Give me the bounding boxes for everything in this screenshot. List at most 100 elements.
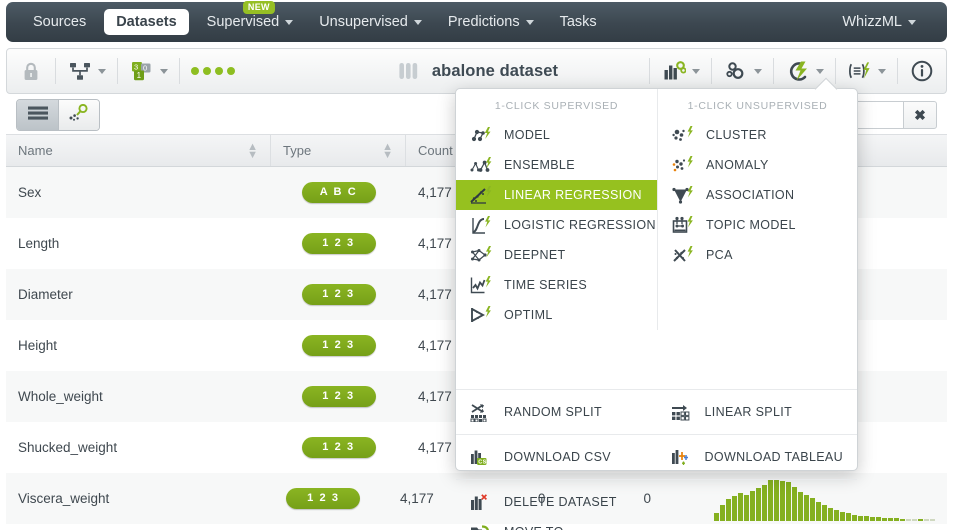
histogram-bar — [876, 516, 881, 521]
menu-item-logistic-regression[interactable]: LOGISTIC REGRESSION — [456, 210, 657, 240]
clear-search-button[interactable]: ✖ — [903, 101, 937, 129]
dataset-counts-button[interactable]: 3 0 1 — [118, 56, 179, 86]
menu-item-delete-dataset[interactable]: DELETE DATASET — [456, 487, 857, 517]
menu-item-download-csv-label: DOWNLOAD CSV — [504, 450, 611, 464]
type-badge: 1 2 3 — [301, 335, 376, 356]
nav-item-sources[interactable]: Sources — [20, 2, 99, 42]
chart-configure-button[interactable] — [650, 56, 711, 86]
scatter-view-button[interactable] — [58, 100, 99, 130]
histogram-bar — [858, 515, 863, 521]
menu-item-cluster[interactable]: CLUSTER — [658, 120, 857, 150]
menu-item-random-split-label: RANDOM SPLIT — [504, 405, 602, 419]
chevron-down-icon — [525, 19, 534, 25]
histogram-bar — [888, 517, 893, 521]
menu-divider — [456, 389, 857, 390]
menu-item-time-series-label: TIME SERIES — [504, 278, 588, 292]
list-view-button[interactable] — [17, 100, 58, 130]
bigml-dataset-page: Sources Datasets NEW Supervised Unsuperv… — [0, 0, 953, 530]
status-dots — [180, 56, 246, 86]
status-dot — [215, 67, 223, 75]
script-lightning-button[interactable] — [836, 56, 897, 86]
menu-divider — [456, 434, 857, 435]
nav-item-unsupervised[interactable]: Unsupervised — [306, 2, 435, 42]
menu-item-delete-dataset-label: DELETE DATASET — [504, 495, 617, 509]
menu-item-linear-split[interactable]: LINEAR SPLIT — [657, 397, 858, 427]
menu-item-deepnet[interactable]: DEEPNET — [456, 240, 657, 270]
svg-text:3: 3 — [134, 62, 138, 71]
linear-split-icon — [669, 401, 695, 423]
nav-item-predictions[interactable]: Predictions — [435, 2, 547, 42]
share-button[interactable] — [56, 56, 117, 86]
column-header-type[interactable]: Type ▲ ▼ — [271, 135, 406, 166]
field-name: Whole_weight — [18, 389, 103, 404]
field-name: Length — [18, 236, 60, 251]
histogram-bar — [930, 518, 935, 521]
chevron-down-icon — [878, 68, 886, 74]
chevron-down-icon — [160, 68, 168, 74]
field-name: Diameter — [18, 287, 73, 302]
nav-item-datasets[interactable]: Datasets — [104, 9, 189, 35]
script-lightning-icon — [847, 60, 873, 82]
nav-item-sources-label: Sources — [33, 14, 87, 30]
menu-item-topic-model-label: TOPIC MODEL — [706, 218, 796, 232]
page-title: abalone dataset — [431, 61, 559, 80]
nav-item-supervised-label: Supervised — [206, 14, 280, 30]
menu-item-association[interactable]: ASSOCIATION — [658, 180, 857, 210]
optiml-icon — [468, 304, 494, 326]
menu-column-supervised: 1-CLICK SUPERVISED MODEL ENSEMBLE LINEAR… — [456, 89, 695, 330]
menu-item-deepnet-label: DEEPNET — [504, 248, 566, 262]
dataset-title-group: abalone dataset — [395, 60, 558, 82]
menu-item-anomaly-label: ANOMALY — [706, 158, 769, 172]
menu-column-unsupervised: 1-CLICK UNSUPERVISED CLUSTER ANOMALY ASS… — [657, 89, 857, 330]
chevron-down-icon — [692, 68, 700, 74]
close-icon: ✖ — [914, 106, 926, 123]
column-header-name[interactable]: Name ▲ ▼ — [6, 135, 271, 166]
histogram-bar — [918, 518, 923, 521]
type-badge: 1 2 3 — [286, 488, 361, 509]
nav-item-whizzml[interactable]: WhizzML — [829, 14, 929, 30]
menu-item-model[interactable]: MODEL — [456, 120, 657, 150]
menu-item-ensemble[interactable]: ENSEMBLE — [456, 150, 657, 180]
menu-item-time-series[interactable]: TIME SERIES — [456, 270, 657, 300]
field-name: Viscera_weight — [18, 491, 110, 506]
histogram-bar — [900, 518, 905, 521]
menu-item-linear-regression[interactable]: LINEAR REGRESSION NEW — [456, 180, 695, 210]
menu-item-download-tableau[interactable]: DOWNLOAD TABLEAU — [657, 442, 858, 472]
menu-item-optiml[interactable]: OPTIML — [456, 300, 657, 330]
nav-item-whizzml-label: WhizzML — [842, 14, 902, 30]
info-button[interactable] — [898, 56, 946, 86]
histogram-bar — [906, 518, 911, 521]
nav-item-supervised[interactable]: NEW Supervised — [194, 1, 307, 42]
field-type-cell: 1 2 3 — [271, 422, 406, 473]
download-csv-icon: CSV — [468, 446, 494, 468]
menu-item-move-to[interactable]: MOVE TO... — [456, 517, 857, 530]
field-type-cell: 1 2 3 — [271, 218, 406, 269]
menu-item-anomaly[interactable]: ANOMALY — [658, 150, 857, 180]
menu-item-pca-label: PCA — [706, 248, 733, 262]
move-to-icon — [468, 521, 494, 530]
menu-item-linear-split-label: LINEAR SPLIT — [704, 405, 793, 419]
association-icon — [670, 184, 696, 206]
list-icon — [27, 105, 49, 126]
histogram-bar — [894, 517, 899, 521]
menu-item-model-label: MODEL — [504, 128, 551, 142]
field-type-cell: 1 2 3 — [271, 320, 406, 371]
nav-left-group: Sources Datasets NEW Supervised Unsuperv… — [6, 1, 610, 42]
field-name: Shucked_weight — [18, 440, 118, 455]
menu-item-topic-model[interactable]: TOPIC MODEL — [658, 210, 857, 240]
menu-item-download-csv[interactable]: CSV DOWNLOAD CSV — [456, 442, 657, 472]
menu-section-downloads: CSV DOWNLOAD CSV DOWNLOAD TABLEAU — [456, 442, 857, 472]
lock-button[interactable] — [7, 56, 55, 86]
field-type-cell: 1 2 3 — [259, 473, 388, 524]
status-dot — [227, 67, 235, 75]
nav-right-group: WhizzML — [829, 14, 947, 30]
svg-text:1: 1 — [137, 71, 142, 80]
sort-icon: ▲ ▼ — [382, 140, 393, 161]
nav-item-tasks[interactable]: Tasks — [547, 2, 610, 42]
gears-button[interactable] — [712, 56, 773, 86]
menu-item-random-split[interactable]: RANDOM SPLIT — [456, 397, 657, 427]
menu-item-pca[interactable]: PCA — [658, 240, 857, 270]
chevron-down-icon — [816, 68, 824, 74]
topic-model-icon — [670, 214, 696, 236]
linear-regression-icon — [468, 184, 494, 206]
